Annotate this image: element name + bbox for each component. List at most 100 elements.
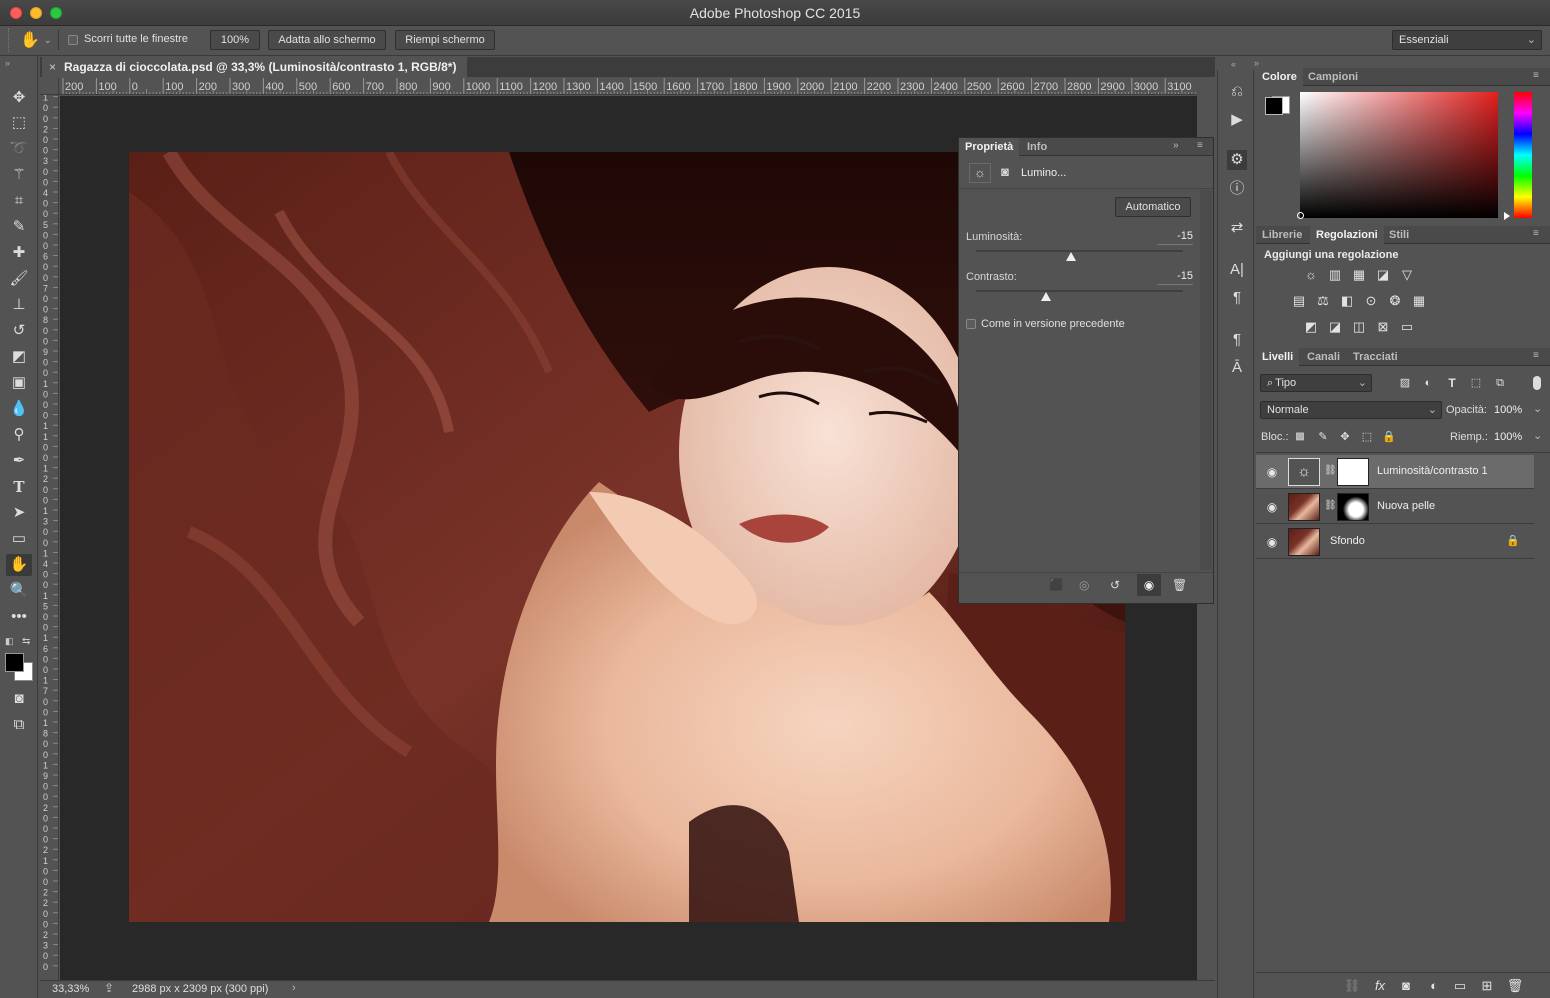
brush-tool-icon[interactable]: 🖌 — [6, 268, 32, 290]
ruler-horizontal[interactable]: 200 100 0 100 200 300 400 500 600 700 800 900 1000 11… — [59, 78, 1197, 95]
layer-row-sfondo[interactable]: ◉ Sfondo 🔒 — [1256, 525, 1534, 559]
workspace-select[interactable]: Essenziali ⌄ — [1392, 30, 1542, 50]
visibility-eye-icon[interactable]: ◉ — [1264, 465, 1280, 479]
info-icon[interactable]: ⓘ — [1227, 179, 1247, 199]
clone-stamp-tool-icon[interactable]: ⊥ — [6, 294, 32, 316]
reset-icon[interactable]: ↺ — [1110, 578, 1120, 592]
photo-filter-icon[interactable]: ⊙ — [1362, 293, 1380, 309]
hue-slider-marker[interactable] — [1504, 212, 1510, 220]
fill-screen-button[interactable]: Riempi schermo — [395, 30, 495, 50]
lasso-tool-icon[interactable]: ➰ — [6, 138, 32, 160]
eraser-tool-icon[interactable]: ◩ — [6, 346, 32, 368]
default-colors-icon[interactable]: ◧ — [5, 636, 14, 647]
filter-shape-icon[interactable]: ⬚ — [1467, 375, 1485, 391]
properties-strip-icon[interactable]: ⚙ — [1227, 150, 1247, 170]
marquee-tool-icon[interactable]: ⬚ — [6, 112, 32, 134]
channel-mixer-icon[interactable]: ❂ — [1386, 293, 1404, 309]
fit-screen-button[interactable]: Adatta allo schermo — [268, 30, 386, 50]
tab-color[interactable]: Colore — [1256, 68, 1303, 86]
tab-adjustments[interactable]: Regolazioni — [1310, 226, 1384, 244]
visibility-eye-icon[interactable]: ◉ — [1137, 574, 1161, 596]
panel-menu-icon[interactable]: ≡ — [1533, 71, 1543, 81]
zoom-level[interactable]: 33,33% — [52, 983, 89, 995]
actions-play-icon[interactable]: ▶ — [1227, 110, 1247, 130]
legacy-checkbox[interactable] — [966, 318, 976, 330]
lock-icon[interactable]: 🔒 — [1506, 534, 1520, 547]
glyphs-icon[interactable]: Ā — [1227, 358, 1247, 378]
contrast-slider-thumb[interactable] — [1041, 292, 1052, 301]
lock-artboard-icon[interactable]: ⬚ — [1358, 429, 1376, 445]
collapse-panel-icon[interactable]: » — [1173, 141, 1183, 151]
vibrance-icon[interactable]: ▽ — [1398, 267, 1416, 283]
contrast-slider-track[interactable] — [976, 290, 1183, 292]
chevron-right-icon[interactable]: › — [292, 982, 296, 994]
filter-smart-object-icon[interactable]: ⧉ — [1491, 375, 1509, 391]
tab-info[interactable]: Info — [1021, 138, 1053, 156]
lock-image-icon[interactable]: ✎ — [1314, 429, 1332, 445]
ruler-origin[interactable] — [40, 78, 59, 95]
invert-icon[interactable]: ◩ — [1302, 319, 1320, 335]
brightness-value-field[interactable]: -15 — [1157, 230, 1193, 245]
curves-icon[interactable]: ▦ — [1350, 267, 1368, 283]
history-brush-tool-icon[interactable]: ↺ — [6, 320, 32, 342]
share-icon[interactable]: ⇪ — [104, 981, 114, 995]
trash-icon[interactable]: 🗑 — [1172, 578, 1187, 592]
filter-pixel-icon[interactable]: ▨ — [1396, 375, 1414, 391]
zoom-100-button[interactable]: 100% — [210, 30, 260, 50]
filter-adjustment-icon[interactable]: ◐ — [1419, 375, 1437, 391]
fx-icon[interactable]: fx — [1371, 978, 1389, 994]
collapse-toolbar-icon[interactable]: » — [5, 58, 10, 68]
link-icon[interactable]: ⛓ — [1324, 465, 1337, 476]
layer-filter-select[interactable]: ⌕ Tipo ⌄ — [1260, 374, 1372, 392]
history-icon[interactable]: ⎌ — [1227, 82, 1247, 102]
view-previous-state-icon[interactable]: ◎ — [1079, 578, 1089, 592]
dodge-tool-icon[interactable]: ⚲ — [6, 424, 32, 446]
layer-mask-thumb[interactable] — [1337, 493, 1369, 521]
foreground-color-swatch[interactable] — [1265, 97, 1283, 115]
new-adjustment-icon[interactable]: ◐ — [1425, 978, 1443, 994]
opacity-value[interactable]: 100% — [1494, 404, 1522, 416]
chevron-down-icon[interactable]: ⌄ — [1533, 402, 1542, 415]
contrast-value-field[interactable]: -15 — [1157, 270, 1193, 285]
character-styles-icon[interactable]: ⇄ — [1227, 218, 1247, 238]
levels-icon[interactable]: ▥ — [1326, 267, 1344, 283]
clip-to-layer-icon[interactable]: ⬛ — [1049, 578, 1064, 592]
path-selection-tool-icon[interactable]: ➤ — [6, 502, 32, 524]
link-icon[interactable]: ⛓ — [1324, 500, 1337, 511]
collapse-strip-icon[interactable]: « — [1231, 59, 1236, 69]
scroll-all-checkbox[interactable] — [68, 34, 78, 46]
tab-properties[interactable]: Proprietà — [959, 138, 1020, 156]
hue-sat-icon[interactable]: ▤ — [1290, 293, 1308, 309]
layer-row-brightness-contrast[interactable]: ◉ ☼ ⛓ Luminosità/contrasto 1 — [1256, 455, 1534, 489]
color-balance-icon[interactable]: ⚖ — [1314, 293, 1332, 309]
properties-scrollbar[interactable] — [1200, 190, 1212, 570]
layer-mask-thumb[interactable] — [1337, 458, 1369, 486]
crop-tool-icon[interactable]: ⌗ — [6, 190, 32, 212]
more-tools-icon[interactable]: ••• — [6, 606, 32, 628]
lock-all-icon[interactable]: 🔒 — [1380, 429, 1398, 445]
layer-row-nuova-pelle[interactable]: ◉ ⛓ Nuova pelle — [1256, 490, 1534, 524]
collapse-right-icon[interactable]: » — [1254, 58, 1259, 68]
brightness-icon[interactable]: ☼ — [1302, 267, 1320, 283]
quick-selection-tool-icon[interactable]: ⚚ — [6, 164, 32, 186]
adjustment-icon[interactable]: ☼ — [969, 163, 991, 183]
move-tool-icon[interactable]: ✥ — [6, 87, 32, 109]
panel-menu-icon[interactable]: ≡ — [1533, 229, 1543, 239]
posterize-icon[interactable]: ◪ — [1326, 319, 1344, 335]
filter-type-icon[interactable]: T — [1443, 375, 1461, 391]
rectangle-tool-icon[interactable]: ▭ — [6, 528, 32, 550]
bw-icon[interactable]: ◧ — [1338, 293, 1356, 309]
paragraph-styles-icon[interactable]: ¶ — [1227, 330, 1247, 350]
blur-tool-icon[interactable]: 💧 — [6, 398, 32, 420]
document-tab[interactable]: × Ragazza di cioccolata.psd @ 33,3% (Lum… — [42, 57, 467, 77]
new-group-icon[interactable]: ▭ — [1451, 978, 1469, 994]
visibility-eye-icon[interactable]: ◉ — [1264, 500, 1280, 514]
swap-colors-icon[interactable]: ⇆ — [22, 636, 30, 647]
eyedropper-tool-icon[interactable]: ✎ — [6, 216, 32, 238]
tab-libraries[interactable]: Librerie — [1256, 226, 1308, 244]
new-layer-icon[interactable]: ⊞ — [1478, 978, 1496, 994]
foreground-color-swatch[interactable] — [5, 653, 24, 672]
ruler-vertical[interactable]: 0100200300400500600700800900100011001200… — [40, 78, 59, 980]
tab-paths[interactable]: Tracciati — [1347, 348, 1404, 366]
delete-layer-icon[interactable]: 🗑 — [1506, 978, 1524, 994]
